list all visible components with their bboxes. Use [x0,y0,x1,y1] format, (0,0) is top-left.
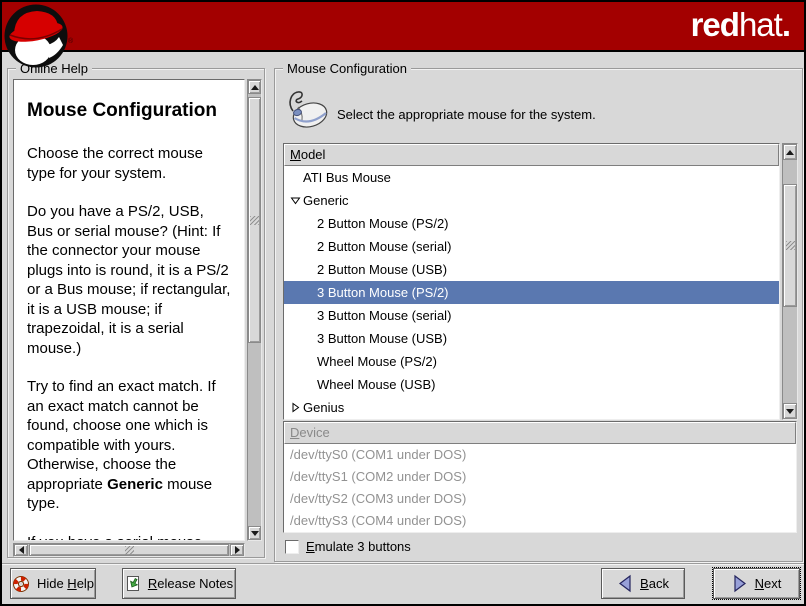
model-row-generic[interactable]: Generic [284,189,779,212]
device-list: Device /dev/ttyS0 (COM1 under DOS) /dev/… [283,421,797,533]
instruction-text: Select the appropriate mouse for the sys… [337,107,596,122]
model-row-label: Wheel Mouse (PS/2) [317,354,437,369]
hide-help-label: Hide Help [37,576,94,591]
scroll-down-button[interactable] [248,526,261,540]
model-row-label: Genius [303,400,344,415]
device-row: /dev/ttyS0 (COM1 under DOS) [284,444,796,466]
redhat-banner: redhat. [2,2,804,52]
model-row[interactable]: 3 Button Mouse (serial) [284,304,779,327]
model-row-label: 3 Button Mouse (USB) [317,331,447,346]
arrow-down-icon [786,409,794,414]
grip-icon [250,216,259,225]
model-row-label: 2 Button Mouse (serial) [317,239,451,254]
back-arrow-icon [617,574,633,593]
model-column-header[interactable]: Model [284,144,779,166]
hide-help-button[interactable]: Hide Help [10,568,96,599]
wordmark-dot: . [782,6,790,43]
grip-icon [786,241,795,250]
model-row-selected[interactable]: 3 Button Mouse (PS/2) [284,281,779,304]
model-row-label: 3 Button Mouse (PS/2) [317,285,449,300]
emulate-3-buttons-label: Emulate 3 buttons [306,539,411,554]
model-row[interactable]: 2 Button Mouse (PS/2) [284,212,779,235]
model-row[interactable]: Wheel Mouse (PS/2) [284,350,779,373]
next-button[interactable]: Next [713,568,800,599]
device-header-label-rest: evice [299,425,329,440]
wordmark-hat: hat [739,6,782,43]
help-paragraph-2: Do you have a PS/2, USB, Bus or serial m… [27,202,232,358]
online-help-frame: Online Help Mouse Configuration Choose t… [7,68,265,558]
back-label: Back [640,576,669,591]
device-row: /dev/ttyS2 (COM3 under DOS) [284,488,796,510]
installer-window: redhat. ® Online Help Mouse Configuratio… [0,0,806,606]
release-notes-label: Release Notes [148,576,233,591]
next-button-focus-ring: Next [712,567,801,600]
expander-closed-icon[interactable] [288,402,303,413]
arrow-right-icon [235,546,240,554]
registered-mark: ® [68,38,73,45]
mouse-icon [285,89,331,131]
footer-separator [2,563,804,565]
life-ring-icon [12,575,30,593]
arrow-up-icon [251,85,259,90]
scroll-up-button[interactable] [783,144,797,160]
model-header-label-rest: odel [301,147,326,162]
scroll-up-button[interactable] [248,80,261,94]
back-button[interactable]: Back [601,568,685,599]
help-horizontal-scrollbar[interactable] [13,543,245,557]
scroll-left-button[interactable] [14,544,28,556]
help-paragraph-1: Choose the correct mouse type for your s… [27,144,232,183]
emulate-3-buttons-option[interactable]: Emulate 3 buttons [285,539,411,554]
scroll-thumb[interactable] [783,184,797,307]
model-row-label: Wheel Mouse (USB) [317,377,435,392]
device-row: /dev/ttyS1 (COM2 under DOS) [284,466,796,488]
mouse-configuration-frame: Mouse Configuration Select the appropria… [274,68,803,562]
help-paragraph-4: If you have a serial mouse, pick [27,533,232,542]
scroll-down-button[interactable] [783,403,797,419]
model-row-label: ATI Bus Mouse [303,170,391,185]
grip-icon [125,546,134,555]
redhat-shadowman-icon [3,3,69,69]
help-paragraph-3: Try to find an exact match. If an exact … [27,377,232,514]
expander-open-icon[interactable] [288,195,303,206]
help-vertical-scrollbar[interactable] [247,79,262,541]
model-header-label: M [290,147,301,162]
device-row: /dev/ttyS3 (COM4 under DOS) [284,510,796,532]
model-row[interactable]: 2 Button Mouse (USB) [284,258,779,281]
next-label: Next [755,576,782,591]
mouse-configuration-frame-label: Mouse Configuration [283,61,411,76]
model-row[interactable]: Wheel Mouse (USB) [284,373,779,396]
model-row-label: 3 Button Mouse (serial) [317,308,451,323]
arrow-down-icon [251,531,259,536]
emulate-3-buttons-checkbox[interactable] [285,540,299,554]
help-title: Mouse Configuration [27,100,232,122]
model-row-genius[interactable]: Genius [284,396,779,419]
help-generic-bold: Generic [107,476,163,493]
model-row[interactable]: 3 Button Mouse (USB) [284,327,779,350]
model-row[interactable]: 2 Button Mouse (serial) [284,235,779,258]
release-notes-button[interactable]: Release Notes [122,568,236,599]
help-text-panel: Mouse Configuration Choose the correct m… [13,79,245,541]
release-notes-icon [125,575,141,593]
model-row-label: 2 Button Mouse (USB) [317,262,447,277]
model-row-label: 2 Button Mouse (PS/2) [317,216,449,231]
model-row[interactable]: ATI Bus Mouse [284,166,779,189]
wordmark-red: red [691,6,739,43]
device-header-label: D [290,425,299,440]
redhat-wordmark: redhat. [691,6,790,44]
model-list: Model ATI Bus Mouse Generic 2 Button Mou… [283,143,780,420]
next-arrow-icon [732,574,748,593]
scroll-thumb[interactable] [248,97,261,343]
arrow-up-icon [786,150,794,155]
device-column-header: Device [284,422,796,444]
scroll-right-button[interactable] [230,544,244,556]
model-row-label: Generic [303,193,349,208]
scroll-thumb[interactable] [29,544,229,556]
model-vertical-scrollbar[interactable] [782,143,798,420]
arrow-left-icon [19,546,24,554]
